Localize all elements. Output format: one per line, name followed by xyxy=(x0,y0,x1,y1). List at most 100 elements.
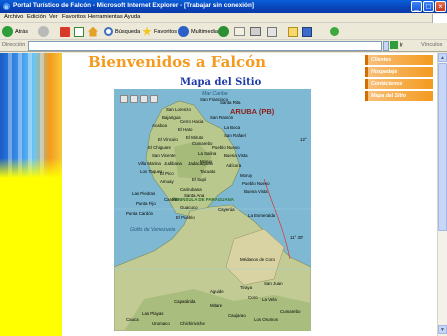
map-place: Punta Cardón xyxy=(126,211,154,216)
print-icon xyxy=(250,27,261,36)
map-place: Cumarebo xyxy=(280,309,301,314)
messenger-icon xyxy=(330,27,339,36)
search-button[interactable]: Búsqueda xyxy=(104,25,140,38)
map-place: Jadacaquiva xyxy=(188,161,213,166)
map-place: Buena Vista xyxy=(224,153,248,158)
map-place: Urumaco xyxy=(152,321,170,326)
address-input[interactable] xyxy=(28,41,382,51)
history-button[interactable] xyxy=(218,25,229,38)
internet-explorer-icon: e xyxy=(2,2,11,11)
map-place: Villa Marina xyxy=(138,161,161,166)
map-place: Buena Vista xyxy=(244,189,268,194)
map-place: Caujarao xyxy=(228,313,246,318)
vertical-scrollbar[interactable]: ▲ ▼ xyxy=(437,53,447,336)
map-place: Tacuato xyxy=(200,169,216,174)
map-place: San Juan xyxy=(264,281,283,286)
map-place: Cardón xyxy=(164,197,179,202)
folder-image-icon[interactable] xyxy=(150,95,158,103)
links-label[interactable]: Vínculos xyxy=(421,42,442,48)
save-image-icon[interactable] xyxy=(120,95,128,103)
menu-archivo[interactable]: Archivo xyxy=(4,14,23,20)
nav-clientes[interactable]: Clientes xyxy=(365,55,433,65)
decorative-banner xyxy=(0,53,62,178)
site-nav: Clientes Hospedaje Contáctenos Mapa del … xyxy=(365,55,433,103)
forward-button[interactable] xyxy=(38,25,49,38)
standard-toolbar: Atrás Búsqueda Favoritos Multimedia xyxy=(0,23,447,40)
nav-contactenos[interactable]: Contáctenos xyxy=(365,79,433,89)
scroll-down-icon[interactable]: ▼ xyxy=(438,325,447,334)
email-image-icon[interactable] xyxy=(140,95,148,103)
map-place: Tiraya xyxy=(240,285,253,290)
title-bar: e Portal Turístico de Falcón - Microsoft… xyxy=(0,0,447,13)
map-place: El Miruto xyxy=(186,135,204,140)
close-button[interactable]: × xyxy=(435,1,446,12)
map-place: Coro xyxy=(248,295,258,300)
menu-edicion[interactable]: Edición xyxy=(27,14,46,20)
forward-arrow-icon xyxy=(38,26,49,37)
multimedia-icon xyxy=(178,26,189,37)
menu-ayuda[interactable]: Ayuda xyxy=(124,14,140,20)
multimedia-button[interactable]: Multimedia xyxy=(178,25,218,38)
scroll-up-icon[interactable]: ▲ xyxy=(438,53,447,62)
map-place: Santa Ana xyxy=(184,193,205,198)
stop-button[interactable] xyxy=(60,25,70,38)
map-place: La Salina xyxy=(198,151,217,156)
home-button[interactable] xyxy=(88,25,98,38)
map-place: La Esmeralda xyxy=(248,213,276,218)
map-place: Cumarebo xyxy=(192,141,213,146)
map-label-coord-1130: 11° 30' xyxy=(290,235,304,240)
menu-favoritos[interactable]: Favoritos xyxy=(62,14,86,20)
go-arrow-icon xyxy=(390,41,398,49)
map-label-coord-12: 12° xyxy=(300,137,307,142)
stop-icon xyxy=(60,26,70,37)
map-place: Pueblo Nuevo xyxy=(212,145,240,150)
address-dropdown-icon[interactable] xyxy=(383,41,389,51)
menu-ver[interactable]: Ver xyxy=(49,14,58,20)
map-place: La Vela xyxy=(262,297,277,302)
history-icon xyxy=(218,26,229,37)
map-label-golfo: Golfo de Venezuela xyxy=(130,227,176,233)
svg-text:e: e xyxy=(4,4,8,11)
edit-button[interactable] xyxy=(267,25,277,38)
messenger-button[interactable] xyxy=(330,25,339,38)
address-bar: Dirección Ir Vínculos xyxy=(0,40,447,52)
page-content: Bienvenidos a Falcón Mapa del Sitio Mar … xyxy=(0,53,437,336)
home-icon xyxy=(88,26,98,37)
back-button[interactable]: Atrás xyxy=(2,25,28,38)
back-label: Atrás xyxy=(15,28,29,35)
refresh-button[interactable] xyxy=(74,25,84,38)
map-place: El Pico xyxy=(160,171,174,176)
map-place: Punta Fijo xyxy=(136,201,156,206)
nav-mapa-del-sitio[interactable]: Mapa del Sitio xyxy=(365,91,433,101)
map-place: Capatárida xyxy=(174,299,196,304)
map-place: El Supí xyxy=(192,177,207,182)
map-place: Amuay xyxy=(160,179,174,184)
print-button[interactable] xyxy=(250,25,261,38)
scroll-thumb[interactable] xyxy=(438,63,447,231)
research-button[interactable] xyxy=(302,25,312,38)
nav-hospedaje[interactable]: Hospedaje xyxy=(365,67,433,77)
favorites-star-icon xyxy=(142,26,152,36)
print-image-icon[interactable] xyxy=(130,95,138,103)
go-button[interactable]: Ir xyxy=(390,41,403,49)
map-place: Bajarigua xyxy=(162,115,181,120)
maximize-button[interactable]: □ xyxy=(423,1,434,12)
map-place: El Pueblo xyxy=(176,215,195,220)
map-place: Las Piedras xyxy=(132,191,156,196)
mail-icon xyxy=(234,27,245,36)
mail-button[interactable] xyxy=(234,25,245,38)
search-icon xyxy=(104,27,113,36)
map-place: Adícora xyxy=(226,163,242,168)
map-place: El Chiguare xyxy=(148,145,171,150)
address-label: Dirección xyxy=(2,42,26,48)
go-label: Ir xyxy=(399,42,403,49)
menu-herramientas[interactable]: Herramientas xyxy=(88,14,123,20)
discuss-button[interactable] xyxy=(288,25,298,38)
map-image-toolbar xyxy=(120,95,158,103)
research-icon xyxy=(302,26,312,37)
minimize-button[interactable]: _ xyxy=(411,1,422,12)
map-land-shapes xyxy=(114,100,311,331)
favorites-button[interactable]: Favoritos xyxy=(142,25,177,38)
welcome-heading: Bienvenidos a Falcón xyxy=(88,53,267,71)
map-title: Mapa del Sitio xyxy=(180,77,262,88)
